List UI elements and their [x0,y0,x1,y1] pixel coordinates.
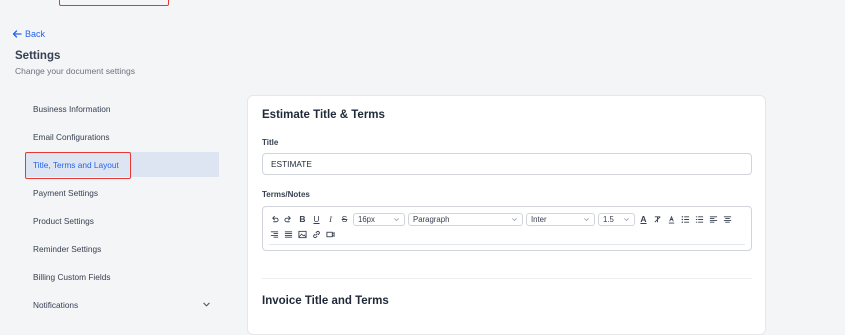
page-subtitle: Change your document settings [15,66,136,76]
line-height-select[interactable]: 1.5 [598,212,635,226]
italic-icon[interactable]: I [325,213,336,225]
align-right-icon[interactable] [269,228,280,240]
highlight-box [59,0,169,6]
chevron-down-icon [624,217,629,221]
back-link[interactable]: Back [12,27,45,41]
section-divider [262,278,752,279]
arrow-left-icon [12,30,22,38]
sidebar-item-reminder-settings[interactable]: Reminder Settings [25,236,219,261]
settings-card: Estimate Title & Terms Title Terms/Notes… [247,95,766,335]
terms-rich-text-editor[interactable]: B U I S 16px Paragraph Inter 1.5 A [262,206,752,251]
sidebar-item-business-information[interactable]: Business Information [25,96,219,121]
embed-icon[interactable] [325,228,336,240]
font-size-select[interactable]: 16px [353,212,405,226]
font-family-select[interactable]: Inter [526,212,595,226]
text-color-icon[interactable]: A [638,213,649,225]
numbered-list-icon[interactable] [694,213,705,225]
editor-content-area [269,244,745,245]
editor-toolbar-row-1: B U I S 16px Paragraph Inter 1.5 A [269,212,733,226]
chevron-down-icon [584,217,589,221]
underline-icon[interactable]: U [311,213,322,225]
bold-icon[interactable]: B [297,213,308,225]
sidebar-item-label: Email Configurations [33,131,110,142]
editor-toolbar-row-2 [269,227,336,241]
settings-sidebar: Business Information Email Configuration… [25,96,219,320]
sidebar-item-billing-custom-fields[interactable]: Billing Custom Fields [25,264,219,289]
sidebar-item-label: Business Information [33,103,111,114]
font-family-value: Inter [531,214,547,224]
strikethrough-icon[interactable]: S [339,213,350,225]
chevron-down-icon [203,302,210,307]
sidebar-item-email-configurations[interactable]: Email Configurations [25,124,219,149]
redo-icon[interactable] [283,213,294,225]
sidebar-item-payment-settings[interactable]: Payment Settings [25,180,219,205]
sidebar-item-label: Billing Custom Fields [33,271,111,282]
block-format-select[interactable]: Paragraph [408,212,523,226]
sidebar-item-label: Title, Terms and Layout [33,159,119,170]
title-label: Title [262,138,279,147]
chevron-down-icon [512,217,517,221]
estimate-section-title: Estimate Title & Terms [262,109,385,121]
bullet-list-icon[interactable] [680,213,691,225]
sidebar-item-product-settings[interactable]: Product Settings [25,208,219,233]
sidebar-item-title-terms-layout[interactable]: Title, Terms and Layout [25,152,219,177]
terms-label: Terms/Notes [262,190,310,199]
sidebar-item-notifications[interactable]: Notifications [25,292,219,317]
back-label: Back [25,29,46,39]
align-center-icon[interactable] [722,213,733,225]
page-title: Settings [15,50,61,62]
estimate-title-input[interactable] [262,153,752,175]
image-icon[interactable] [297,228,308,240]
clear-format-icon[interactable] [652,213,663,225]
align-left-icon[interactable] [708,213,719,225]
undo-icon[interactable] [269,213,280,225]
highlight-icon[interactable] [666,213,677,225]
sidebar-item-label: Payment Settings [33,187,99,198]
invoice-section-title: Invoice Title and Terms [262,295,389,307]
link-icon[interactable] [311,228,322,240]
line-height-value: 1.5 [603,214,614,224]
sidebar-item-label: Reminder Settings [33,243,102,254]
block-format-value: Paragraph [413,214,450,224]
sidebar-item-label: Notifications [33,299,79,310]
font-size-value: 16px [358,214,375,224]
sidebar-item-label: Product Settings [33,215,94,226]
chevron-down-icon [394,217,399,221]
align-justify-icon[interactable] [283,228,294,240]
